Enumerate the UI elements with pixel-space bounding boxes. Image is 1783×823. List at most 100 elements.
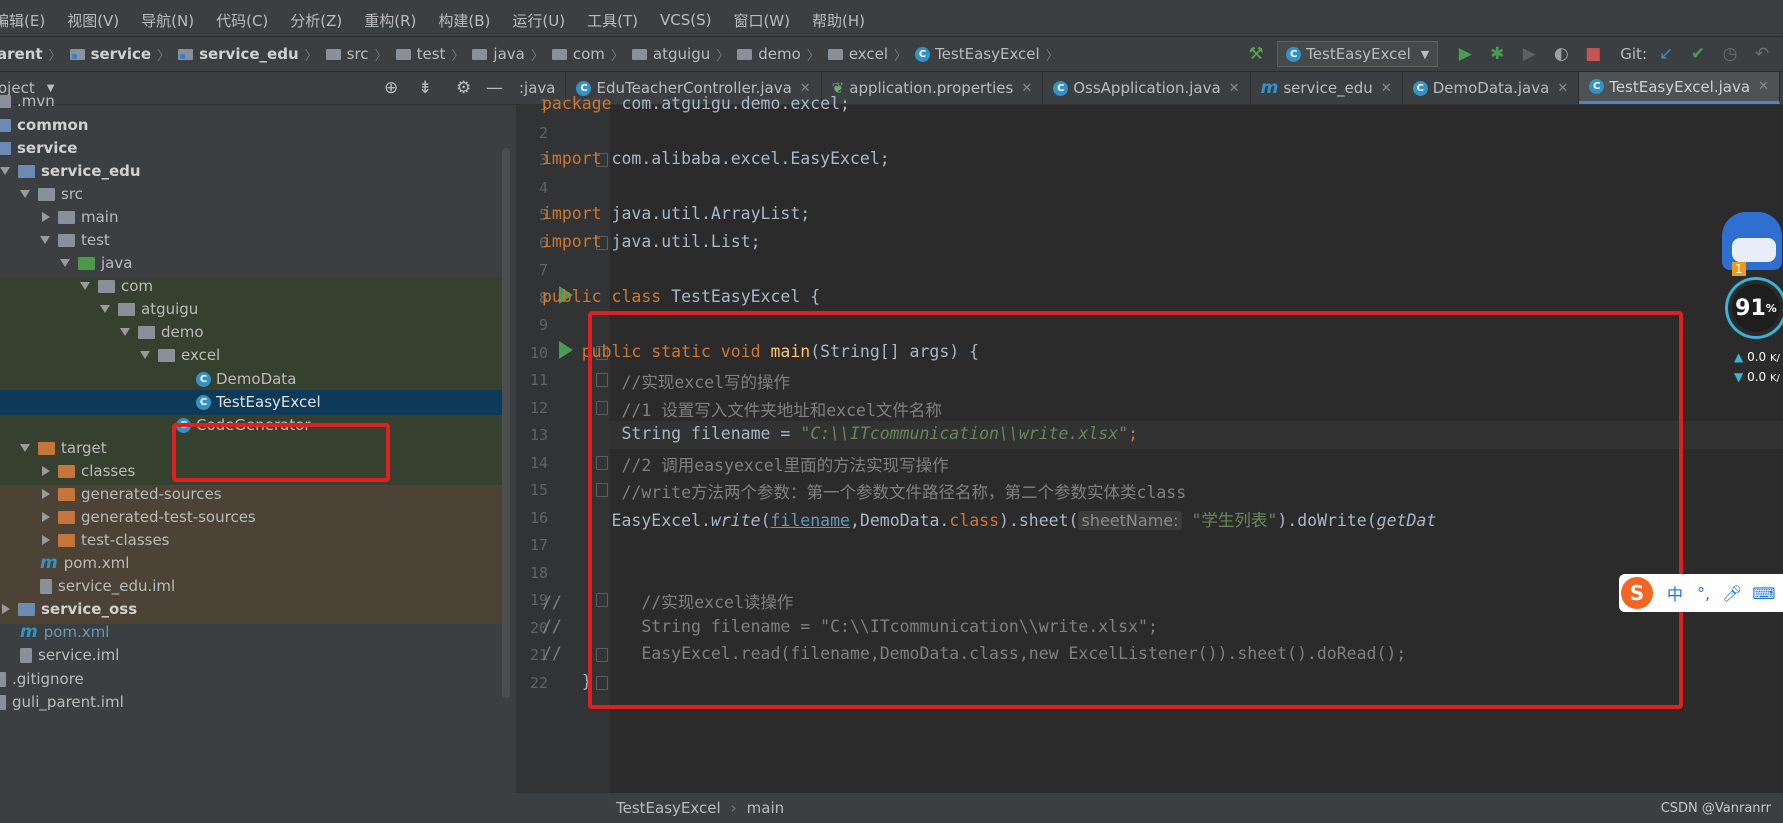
expand-arrow-icon[interactable]	[120, 328, 130, 336]
git-update-icon[interactable]: ↙	[1655, 43, 1677, 65]
line-number: 4	[538, 179, 548, 197]
tab-label: TestEasyExcel.java	[1609, 77, 1751, 96]
menu-window[interactable]: 窗口(W)	[733, 10, 790, 31]
project-scrollbar[interactable]	[502, 148, 510, 698]
expand-arrow-icon[interactable]	[20, 444, 30, 452]
runnable-class-icon: C	[196, 394, 211, 410]
breadcrumb-item-atguigu[interactable]: atguigu	[653, 45, 710, 63]
menu-run[interactable]: 运行(U)	[512, 10, 565, 31]
excluded-folder-icon	[58, 487, 75, 501]
menu-bar: 编辑(E) 视图(V) 导航(N) 代码(C) 分析(Z) 重构(R) 构建(B…	[0, 4, 1783, 37]
keyboard-icon[interactable]: ⌨	[1752, 584, 1775, 603]
punctuation-icon[interactable]: °,	[1697, 584, 1710, 603]
breadcrumb-item-class[interactable]: TestEasyExcel	[935, 45, 1040, 63]
collapsed-arrow-icon[interactable]	[42, 535, 50, 545]
excluded-folder-icon	[58, 464, 75, 478]
git-commit-check-icon[interactable]: ✔	[1687, 43, 1709, 65]
expand-arrow-icon[interactable]	[80, 282, 90, 290]
tree-label: service_edu	[41, 162, 141, 180]
close-icon[interactable]: ✕	[1021, 81, 1032, 96]
upload-value: 0.0	[1747, 350, 1767, 364]
module-icon	[69, 48, 85, 60]
code-line-1[interactable]: package com.atguigu.demo.excel;	[542, 94, 850, 113]
stop-icon[interactable]: ■	[1582, 43, 1604, 65]
expand-arrow-icon[interactable]	[60, 259, 70, 267]
breadcrumb-item-excel[interactable]: excel	[849, 45, 888, 63]
tree-item-mvn[interactable]: .mvn	[0, 88, 502, 114]
tab-service-edu[interactable]: m service_edu ✕	[1251, 72, 1403, 104]
test-root-folder-icon	[78, 256, 95, 270]
code-line-8[interactable]: public class TestEasyExcel {	[542, 287, 820, 306]
close-icon[interactable]: ✕	[1381, 81, 1392, 96]
menu-build[interactable]: 构建(B)	[438, 10, 490, 31]
folder-icon	[0, 94, 11, 108]
folder-icon	[325, 48, 341, 60]
menu-refactor[interactable]: 重构(R)	[364, 10, 416, 31]
chevron-down-icon: ▼	[1420, 47, 1430, 61]
run-icon[interactable]: ▶	[1454, 43, 1476, 65]
close-icon[interactable]: ✕	[1229, 81, 1240, 96]
breadcrumb-item-demo[interactable]: demo	[758, 45, 801, 63]
expand-arrow-icon[interactable]	[140, 351, 150, 359]
git-history-clock-icon[interactable]: ◷	[1719, 43, 1741, 65]
close-icon[interactable]: ✕	[1758, 79, 1769, 94]
system-monitor-widget[interactable]: 1 91% ▲ 0.0 K/ ▼ 0.0 K/	[1718, 212, 1783, 402]
microphone-icon[interactable]: 🎤︎	[1722, 584, 1742, 603]
tree-item-service-iml[interactable]: service.iml	[20, 642, 528, 668]
profile-icon[interactable]: ◐	[1550, 43, 1572, 65]
build-hammer-icon[interactable]: ⚒	[1245, 43, 1267, 65]
tab-demodata[interactable]: C DemoData.java ✕	[1403, 72, 1580, 104]
menu-code[interactable]: 代码(C)	[216, 10, 268, 31]
breadcrumb-item-service-edu[interactable]: service_edu	[199, 45, 299, 63]
class-icon: C	[1286, 46, 1302, 62]
package-icon	[827, 48, 843, 60]
menu-edit[interactable]: 编辑(E)	[0, 10, 45, 31]
tree-label: .mvn	[17, 92, 55, 110]
collapsed-arrow-icon[interactable]	[42, 512, 50, 522]
menu-analyze[interactable]: 分析(Z)	[290, 10, 342, 31]
ime-toolbar[interactable]: S 中 °, 🎤︎ ⌨	[1619, 574, 1783, 612]
breadcrumb-item-com[interactable]: com	[573, 45, 605, 63]
menu-help[interactable]: 帮助(H)	[812, 10, 865, 31]
run-coverage-icon[interactable]: ▶	[1518, 43, 1540, 65]
collapsed-arrow-icon[interactable]	[42, 489, 50, 499]
code-line-5[interactable]: import java.util.ArrayList;	[542, 204, 810, 223]
status-crumb-class[interactable]: TestEasyExcel	[616, 799, 721, 817]
collapsed-arrow-icon[interactable]	[42, 212, 50, 222]
ime-language-label[interactable]: 中	[1667, 581, 1683, 605]
breadcrumb-item-service[interactable]: service	[91, 45, 151, 63]
breadcrumb-item-parent[interactable]: arent	[0, 45, 43, 63]
tree-label: DemoData	[216, 370, 297, 388]
breadcrumb-item-java[interactable]: java	[493, 45, 524, 63]
code-line-6[interactable]: import java.util.List;	[542, 232, 761, 251]
collapsed-arrow-icon[interactable]	[42, 466, 50, 476]
status-crumb-method[interactable]: main	[747, 799, 784, 817]
expand-arrow-icon[interactable]	[20, 190, 30, 198]
debug-bug-icon[interactable]: ✱	[1486, 43, 1508, 65]
expand-arrow-icon[interactable]	[100, 305, 110, 313]
menu-view[interactable]: 视图(V)	[67, 10, 119, 31]
tree-label: target	[61, 439, 107, 457]
close-icon[interactable]: ✕	[1557, 81, 1568, 96]
menu-navigate[interactable]: 导航(N)	[141, 10, 194, 31]
tab-ossapplication[interactable]: C OssApplication.java ✕	[1043, 72, 1251, 104]
class-icon: C	[1589, 79, 1605, 94]
tab-testeasyexcel[interactable]: C TestEasyExcel.java ✕	[1579, 72, 1780, 104]
expand-arrow-icon[interactable]	[40, 236, 50, 244]
menu-tools[interactable]: 工具(T)	[587, 10, 638, 31]
code-line-22[interactable]: }	[542, 672, 592, 691]
collapsed-arrow-icon[interactable]	[2, 604, 10, 614]
code-line-3[interactable]: import com.alibaba.excel.EasyExcel;	[542, 149, 890, 168]
breadcrumb-item-test[interactable]: test	[417, 45, 446, 63]
run-configuration-select[interactable]: C TestEasyExcel ▼	[1277, 41, 1439, 67]
gitignore-file-icon	[0, 671, 6, 687]
menu-vcs[interactable]: VCS(S)	[660, 11, 711, 29]
expand-arrow-icon[interactable]	[0, 167, 10, 175]
breadcrumb-item-src[interactable]: src	[347, 45, 369, 63]
git-rollback-icon[interactable]: ↶	[1751, 43, 1773, 65]
tree-item-guli-parent-iml[interactable]: guli_parent.iml	[0, 689, 502, 715]
line-number: 18	[529, 564, 548, 582]
tab-application-properties[interactable]: ❦ application.properties ✕	[822, 72, 1044, 104]
run-configuration-label: TestEasyExcel	[1306, 45, 1411, 63]
watermark: CSDN @Vanranrr	[1660, 801, 1771, 816]
